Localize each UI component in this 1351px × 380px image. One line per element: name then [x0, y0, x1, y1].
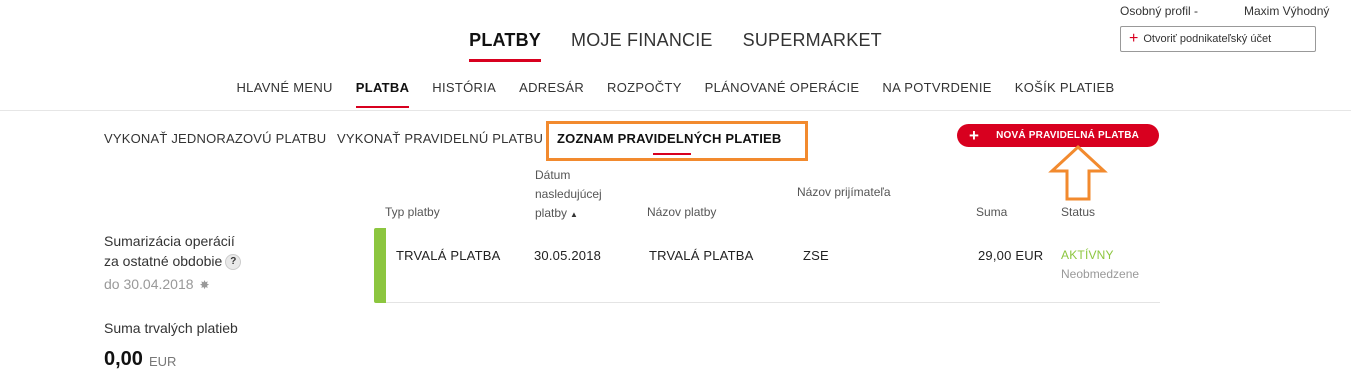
header-sum: Suma	[976, 205, 1008, 219]
row-status-detail: Neobmedzene	[1061, 267, 1140, 281]
profile-name[interactable]: Maxim Výhodný	[1244, 4, 1329, 18]
row-divider	[386, 302, 1160, 303]
summary-title-line2: za ostatné obdobie	[104, 253, 223, 269]
standing-payments-sum-label: Suma trvalých platieb	[104, 320, 238, 336]
plus-icon: +	[969, 126, 980, 145]
row-status: AKTÍVNY	[1061, 248, 1114, 262]
help-icon[interactable]: ?	[225, 254, 242, 271]
row-payment-name[interactable]: TRVALÁ PLATBA	[649, 248, 753, 263]
gear-icon[interactable]: ✸	[200, 278, 210, 292]
sub-nav-hlavne-menu[interactable]: HLAVNÉ MENU	[236, 80, 332, 108]
sub-nav-historia[interactable]: HISTÓRIA	[432, 80, 496, 108]
standing-payments-sum-value: 0,00	[104, 348, 143, 370]
tab-highlight-box	[546, 121, 808, 161]
main-nav-platby[interactable]: PLATBY	[469, 30, 541, 62]
summary-title: Sumarizácia operácií za ostatné obdobie?	[104, 231, 242, 271]
row-sum[interactable]: 29,00 EUR	[978, 248, 1043, 263]
sub-nav-platba[interactable]: PLATBA	[355, 80, 410, 108]
new-standing-payment-label: NOVÁ PRAVIDELNÁ PLATBA	[996, 130, 1140, 141]
profile-label[interactable]: Osobný profil -	[1120, 4, 1198, 18]
sub-nav-adresar[interactable]: ADRESÁR	[519, 80, 584, 108]
row-recipient[interactable]: ZSE	[803, 248, 829, 263]
summary-period-text: do 30.04.2018	[104, 276, 194, 292]
row-status-bar	[374, 228, 386, 303]
tab-one-time-payment[interactable]: VYKONAŤ JEDNORAZOVÚ PLATBU	[104, 131, 326, 146]
header-date-line2: nasledujúcej	[535, 187, 602, 201]
header-next-payment-date[interactable]: Dátum nasledujúcej platby ▲	[535, 166, 602, 224]
main-nav-supermarket[interactable]: SUPERMARKET	[743, 30, 882, 51]
header-date-line3: platby	[535, 206, 568, 220]
standing-payments-sum-currency: EUR	[149, 354, 177, 369]
summary-period: do 30.04.2018 ✸	[104, 276, 210, 292]
row-next-date[interactable]: 30.05.2018	[534, 248, 601, 263]
header-date-line1: Dátum	[535, 168, 571, 182]
header-recipient-name: Názov prijímateľa	[797, 185, 891, 199]
sub-nav-rozpocty[interactable]: ROZPOČTY	[607, 80, 682, 108]
header-payment-type: Typ platby	[385, 205, 440, 219]
main-nav-moje-financie[interactable]: MOJE FINANCIE	[571, 30, 713, 51]
sort-ascending-icon[interactable]: ▲	[570, 210, 578, 219]
up-arrow-icon	[1048, 144, 1108, 201]
header-payment-name: Názov platby	[647, 205, 717, 219]
tab-standing-payment[interactable]: VYKONAŤ PRAVIDELNÚ PLATBU	[337, 131, 543, 146]
sub-nav-kosik-platieb[interactable]: KOŠÍK PLATIEB	[1015, 80, 1115, 108]
sub-nav-planovane-operacie[interactable]: PLÁNOVANÉ OPERÁCIE	[705, 80, 860, 108]
nav-divider	[0, 110, 1351, 111]
summary-title-line1: Sumarizácia operácií	[104, 233, 235, 249]
row-payment-type[interactable]: TRVALÁ PLATBA	[396, 248, 500, 263]
sub-nav-na-potvrdenie[interactable]: NA POTVRDENIE	[882, 80, 991, 108]
header-status: Status	[1061, 205, 1096, 219]
sub-nav: HLAVNÉ MENU PLATBA HISTÓRIA ADRESÁR ROZP…	[0, 80, 1351, 108]
main-nav: PLATBY MOJE FINANCIE SUPERMARKET	[0, 30, 1351, 62]
